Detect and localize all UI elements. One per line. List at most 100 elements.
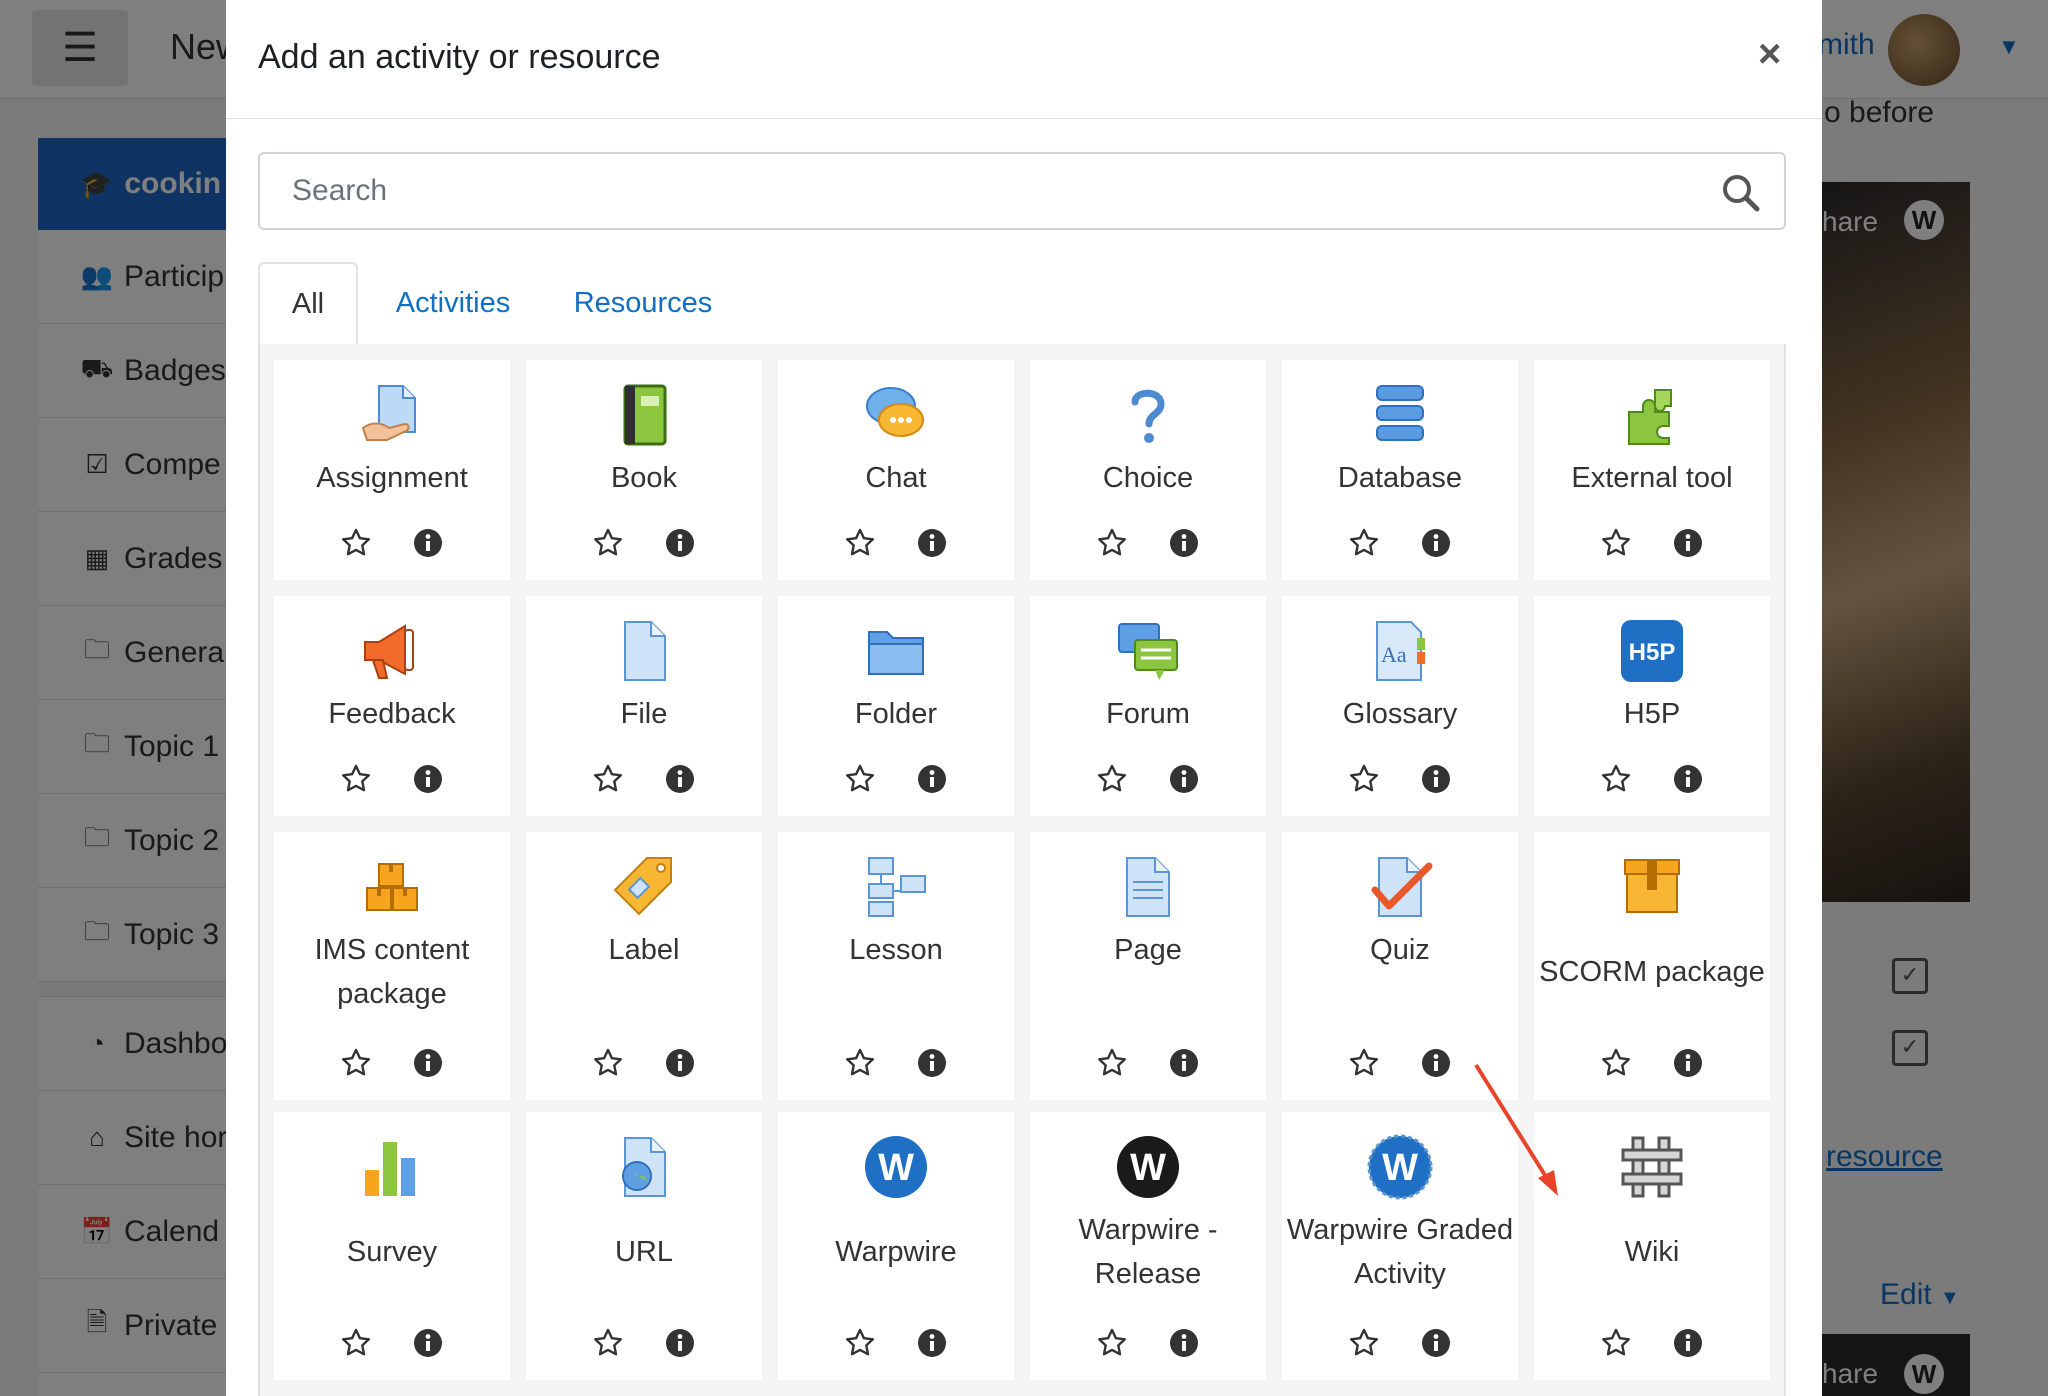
star-icon[interactable] (339, 1326, 373, 1360)
tile-actions (1534, 526, 1770, 566)
activity-label: Survey (346, 1236, 438, 1268)
activity-tile-choice[interactable]: Choice (1030, 360, 1266, 580)
activity-tile-book[interactable]: Book (526, 360, 762, 580)
info-icon[interactable] (1167, 1046, 1201, 1080)
star-icon[interactable] (339, 1046, 373, 1080)
search-icon[interactable] (1720, 172, 1760, 212)
tab-resources[interactable]: Resources (548, 262, 738, 344)
tile-actions (274, 1326, 510, 1366)
info-icon[interactable] (663, 1046, 697, 1080)
info-icon[interactable] (1419, 1046, 1453, 1080)
info-icon[interactable] (915, 762, 949, 796)
tile-actions (778, 1326, 1014, 1366)
svg-text:Aa: Aa (1381, 642, 1407, 667)
activity-tile-page[interactable]: Page (1030, 832, 1266, 1100)
info-icon[interactable] (915, 1046, 949, 1080)
star-icon[interactable] (591, 762, 625, 796)
star-icon[interactable] (1347, 526, 1381, 560)
info-icon[interactable] (663, 526, 697, 560)
info-icon[interactable] (1167, 1326, 1201, 1360)
info-icon[interactable] (1419, 762, 1453, 796)
star-icon[interactable] (1347, 1326, 1381, 1360)
info-icon[interactable] (411, 762, 445, 796)
feedback-icon (359, 618, 425, 684)
activity-tile-scorm[interactable]: SCORM package (1534, 832, 1770, 1100)
activity-tile-label[interactable]: Label (526, 832, 762, 1100)
activity-label: File (620, 698, 668, 730)
star-icon[interactable] (591, 1046, 625, 1080)
wiki-icon (1619, 1134, 1685, 1200)
info-icon[interactable] (1671, 526, 1705, 560)
star-icon[interactable] (1347, 762, 1381, 796)
star-icon[interactable] (1095, 1046, 1129, 1080)
info-icon[interactable] (1671, 762, 1705, 796)
info-icon[interactable] (411, 526, 445, 560)
tile-actions (778, 1046, 1014, 1086)
activity-tile-ims-package[interactable]: IMS content package (274, 832, 510, 1100)
star-icon[interactable] (591, 526, 625, 560)
activity-tile-external-tool[interactable]: External tool (1534, 360, 1770, 580)
tab-activities[interactable]: Activities (368, 262, 538, 344)
svg-text:H5P: H5P (1629, 639, 1676, 666)
activity-tile-warpwire-release[interactable]: W Warpwire - Release (1030, 1112, 1266, 1380)
tile-actions (1282, 762, 1518, 802)
activity-label: URL (614, 1236, 673, 1268)
activity-tile-forum[interactable]: Forum (1030, 596, 1266, 816)
activity-tile-lesson[interactable]: Lesson (778, 832, 1014, 1100)
info-icon[interactable] (1167, 526, 1201, 560)
search-input[interactable] (260, 154, 1700, 228)
star-icon[interactable] (1095, 1326, 1129, 1360)
activity-label: Warpwire Graded Activity (1286, 1214, 1514, 1290)
star-icon[interactable] (843, 1326, 877, 1360)
activity-label: Page (1114, 934, 1182, 966)
tile-actions (274, 1046, 510, 1086)
close-button[interactable]: × (1758, 34, 1781, 74)
info-icon[interactable] (411, 1046, 445, 1080)
activity-tile-warpwire-graded[interactable]: W Warpwire Graded Activity (1282, 1112, 1518, 1380)
star-icon[interactable] (843, 1046, 877, 1080)
activity-tile-chat[interactable]: Chat (778, 360, 1014, 580)
activity-label: Feedback (328, 698, 456, 730)
lesson-icon (863, 854, 929, 920)
forum-icon (1115, 618, 1181, 684)
tile-actions (1030, 1326, 1266, 1366)
info-icon[interactable] (915, 526, 949, 560)
tab-all[interactable]: All (258, 262, 358, 346)
activity-tile-h5p[interactable]: H5P H5P (1534, 596, 1770, 816)
info-icon[interactable] (1419, 1326, 1453, 1360)
star-icon[interactable] (843, 762, 877, 796)
info-icon[interactable] (915, 1326, 949, 1360)
info-icon[interactable] (411, 1326, 445, 1360)
star-icon[interactable] (1347, 1046, 1381, 1080)
star-icon[interactable] (1599, 1046, 1633, 1080)
activity-tile-url[interactable]: URL (526, 1112, 762, 1380)
tile-actions (526, 1326, 762, 1366)
info-icon[interactable] (1671, 1046, 1705, 1080)
activity-tile-assignment[interactable]: Assignment (274, 360, 510, 580)
activity-tile-database[interactable]: Database (1282, 360, 1518, 580)
star-icon[interactable] (1095, 762, 1129, 796)
star-icon[interactable] (339, 526, 373, 560)
page-icon (1115, 854, 1181, 920)
activity-tile-wiki[interactable]: Wiki (1534, 1112, 1770, 1380)
chat-icon (863, 382, 929, 448)
star-icon[interactable] (591, 1326, 625, 1360)
activity-tile-quiz[interactable]: Quiz (1282, 832, 1518, 1100)
star-icon[interactable] (339, 762, 373, 796)
info-icon[interactable] (663, 762, 697, 796)
star-icon[interactable] (1599, 526, 1633, 560)
info-icon[interactable] (1419, 526, 1453, 560)
info-icon[interactable] (1671, 1326, 1705, 1360)
activity-tile-folder[interactable]: Folder (778, 596, 1014, 816)
activity-tile-glossary[interactable]: Aa Glossary (1282, 596, 1518, 816)
activity-tile-warpwire[interactable]: W Warpwire (778, 1112, 1014, 1380)
star-icon[interactable] (1599, 1326, 1633, 1360)
activity-tile-file[interactable]: File (526, 596, 762, 816)
activity-tile-survey[interactable]: Survey (274, 1112, 510, 1380)
star-icon[interactable] (1095, 526, 1129, 560)
star-icon[interactable] (843, 526, 877, 560)
activity-tile-feedback[interactable]: Feedback (274, 596, 510, 816)
info-icon[interactable] (663, 1326, 697, 1360)
info-icon[interactable] (1167, 762, 1201, 796)
star-icon[interactable] (1599, 762, 1633, 796)
